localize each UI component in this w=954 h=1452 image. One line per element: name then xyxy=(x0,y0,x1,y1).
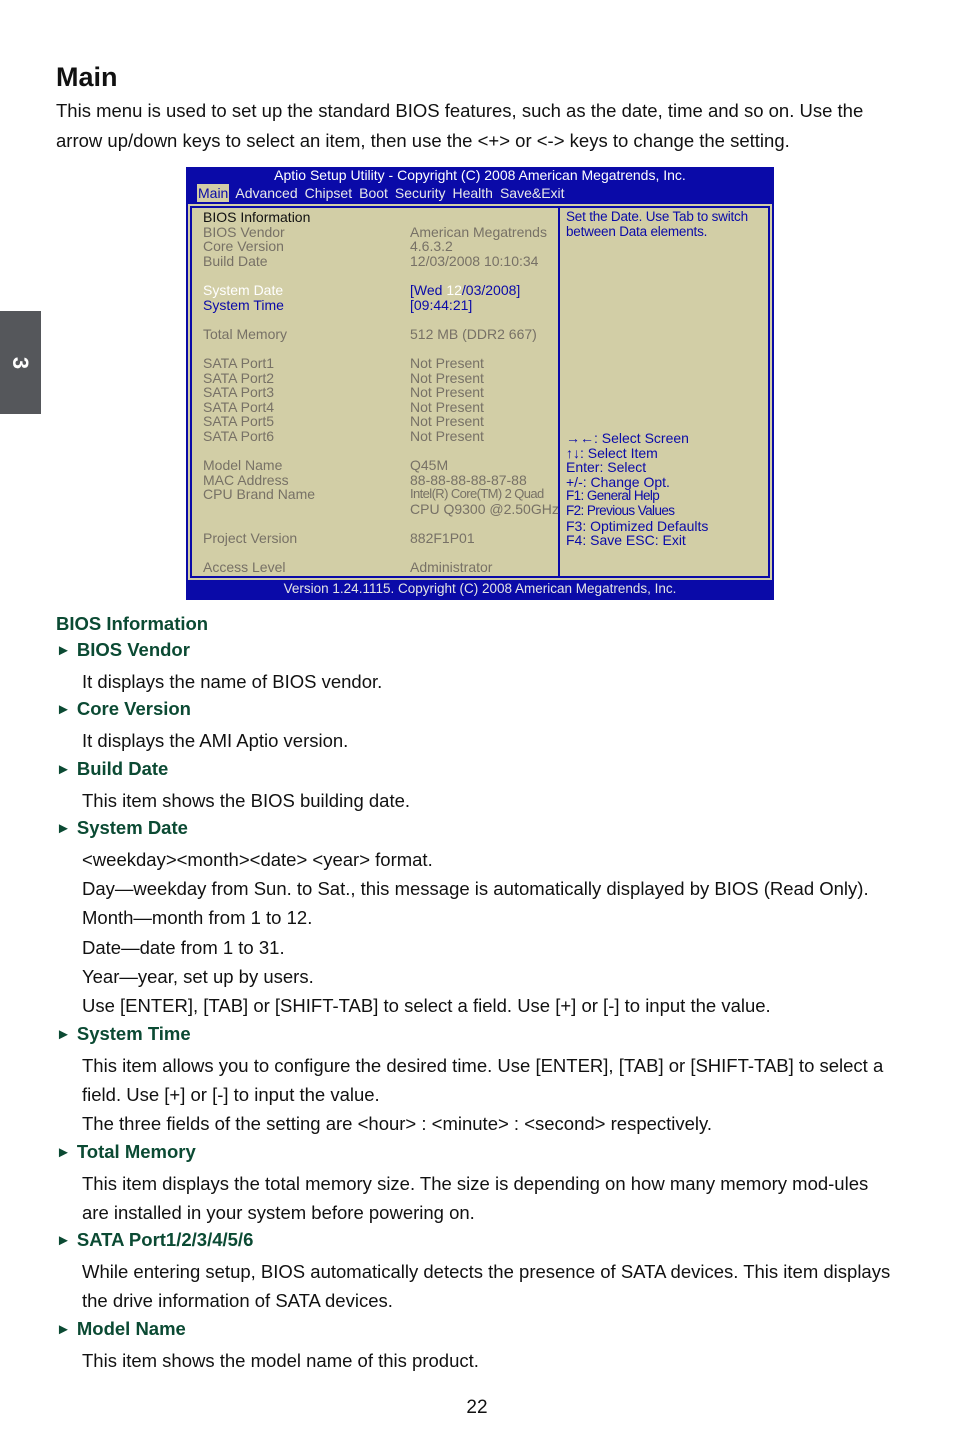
bios-row-total-memory: Total Memory 512 MB (DDR2 667) xyxy=(203,325,537,342)
item-paragraph: This item shows the model name of this p… xyxy=(82,1349,479,1371)
triangle-right-icon: ► xyxy=(56,1232,71,1250)
bios-tab-advanced[interactable]: Advanced xyxy=(235,184,297,202)
chapter-tab: 3 xyxy=(0,311,41,414)
key-optimized-defaults: F3: Optimized Defaults xyxy=(566,517,709,534)
bios-tab-chipset[interactable]: Chipset xyxy=(305,184,352,202)
key-select-screen: →←: Select Screen xyxy=(566,430,689,446)
bios-row-cpu-brand-name: CPU Brand Name Intel(R) Core(TM) 2 Quad xyxy=(203,486,544,503)
bios-title-bar: Aptio Setup Utility - Copyright (C) 2008… xyxy=(274,167,686,183)
key-enter-select: Enter: Select xyxy=(566,459,647,476)
bios-row-bios-vendor: BIOS Vendor American Megatrends xyxy=(203,223,547,240)
bios-row-sata-port4: SATA Port4 Not Present xyxy=(203,398,484,415)
item-heading-core-version: ► Core Version xyxy=(56,698,191,720)
item-paragraph: Use [ENTER], [TAB] or [SHIFT-TAB] to sel… xyxy=(82,995,771,1017)
bios-tab-security[interactable]: Security xyxy=(395,184,446,202)
item-paragraph: The three fields of the setting are <hou… xyxy=(82,1113,713,1135)
bios-spacer xyxy=(203,341,563,356)
item-heading-build-date: ► Build Date xyxy=(56,757,169,779)
item-heading-system-date: ► System Date xyxy=(56,816,188,838)
bios-screenshot: Aptio Setup Utility - Copyright (C) 2008… xyxy=(186,167,774,600)
system-date-field[interactable]: [Wed 12/03/2008] xyxy=(410,283,520,298)
bios-key-legend: →←: Select Screen ↑↓: Select Item Enter:… xyxy=(566,431,708,548)
bios-spacer xyxy=(203,268,563,283)
bios-row-sata-port5: SATA Port5 Not Present xyxy=(203,413,484,430)
item-heading-system-time: ► System Time xyxy=(56,1022,191,1044)
system-date-month-highlight[interactable]: 12 xyxy=(446,282,462,298)
item-paragraph: It displays the name of BIOS vendor. xyxy=(82,671,383,692)
key-previous-values: F2: Previous Values xyxy=(566,502,675,518)
bios-tab-save-exit[interactable]: Save&Exit xyxy=(500,184,565,202)
bios-row-core-version: Core Version 4.6.3.2 xyxy=(203,238,453,255)
bios-row-sata-port3: SATA Port3 Not Present xyxy=(203,384,484,401)
bios-spacer xyxy=(203,312,563,327)
key-select-item: ↑↓: Select Item xyxy=(566,444,658,461)
bios-spacer xyxy=(203,444,563,459)
item-paragraph: Month—month from 1 to 12. xyxy=(82,907,313,929)
bios-help-line: between Data elements. xyxy=(566,223,708,239)
item-paragraph: This item displays the total memory size… xyxy=(82,1172,869,1223)
bios-row-system-date[interactable]: System Date [Wed 12/03/2008] xyxy=(203,283,563,298)
item-heading-total-memory: ► Total Memory xyxy=(56,1140,196,1162)
key-save-exit: F4: Save ESC: Exit xyxy=(566,532,686,549)
bios-section-header: BIOS Information xyxy=(203,209,311,225)
triangle-right-icon: ► xyxy=(56,1320,71,1338)
bios-settings-list: BIOS Information BIOS Vendor American Me… xyxy=(203,210,563,575)
item-paragraph: <weekday><month><date> <year> format. xyxy=(82,848,433,870)
item-heading-model-name: ► Model Name xyxy=(56,1317,186,1339)
bios-row-sata-port6: SATA Port6 Not Present xyxy=(203,427,484,444)
system-time-field[interactable]: [09:44:21] xyxy=(410,297,472,313)
intro-paragraph: This menu is used to set up the standard… xyxy=(56,100,864,151)
bios-row-access-level: Access Level Administrator xyxy=(203,559,493,576)
bios-row-build-date: Build Date 12/03/2008 10:10:34 xyxy=(203,252,539,269)
bios-menu-bar: Main Advanced Chipset Boot Security Heal… xyxy=(197,184,572,202)
item-paragraph: While entering setup, BIOS automatically… xyxy=(82,1261,891,1312)
bios-row-sata-port1: SATA Port1 Not Present xyxy=(203,354,484,371)
item-paragraph: This item allows you to configure the de… xyxy=(82,1054,884,1105)
bios-footer-bar: Version 1.24.1115. Copyright (C) 2008 Am… xyxy=(283,581,677,596)
bios-row-cpu-brand-name-cont: CPU Q9300 @2.50GHz xyxy=(410,500,559,517)
triangle-right-icon: ► xyxy=(56,819,71,837)
item-paragraph: Year—year, set up by users. xyxy=(82,966,314,988)
triangle-right-icon: ► xyxy=(56,701,71,719)
page-number: 22 xyxy=(466,1397,488,1418)
key-general-help: F1: General Help xyxy=(566,488,660,504)
bios-help-line: Set the Date. Use Tab to switch xyxy=(566,209,748,224)
bios-row-system-time[interactable]: System Time [09:44:21] xyxy=(203,297,563,313)
descriptions: BIOS Information ► BIOS Vendor It display… xyxy=(56,611,896,1375)
bios-tab-main[interactable]: Main xyxy=(197,184,230,202)
item-heading-bios-vendor: ► BIOS Vendor xyxy=(56,639,190,660)
page-title: Main xyxy=(56,62,118,92)
item-paragraph: Day—weekday from Sun. to Sat., this mess… xyxy=(82,878,869,900)
chapter-number: 3 xyxy=(8,356,34,369)
bios-spacer xyxy=(203,546,563,561)
key-change-opt: +/-: Change Opt. xyxy=(566,473,670,490)
bios-spacer xyxy=(203,516,563,531)
bios-tab-boot[interactable]: Boot xyxy=(359,184,388,202)
bios-row-project-version: Project Version 882F1P01 xyxy=(203,530,475,547)
section-heading-bios-information: BIOS Information xyxy=(56,613,209,634)
item-paragraph: It displays the AMI Aptio version. xyxy=(82,730,349,752)
bios-row-model-name: Model Name Q45M xyxy=(203,457,449,474)
bios-tab-health[interactable]: Health xyxy=(453,184,493,202)
bios-row-mac-address: MAC Address 88-88-88-88-87-88 xyxy=(203,471,527,488)
bios-help-panel: Set the Date. Use Tab to switch between … xyxy=(566,209,766,547)
item-paragraph: This item shows the BIOS building date. xyxy=(82,789,411,811)
triangle-right-icon: ► xyxy=(56,1025,71,1043)
triangle-right-icon: ► xyxy=(56,642,71,659)
item-heading-sata-ports: ► SATA Port1/2/3/4/5/6 xyxy=(56,1229,254,1251)
bios-row-sata-port2: SATA Port2 Not Present xyxy=(203,369,484,386)
item-paragraph: Date—date from 1 to 31. xyxy=(82,936,285,958)
triangle-right-icon: ► xyxy=(56,1143,71,1161)
triangle-right-icon: ► xyxy=(56,760,71,778)
bios-main-panel: BIOS Information BIOS Vendor American Me… xyxy=(188,204,772,580)
